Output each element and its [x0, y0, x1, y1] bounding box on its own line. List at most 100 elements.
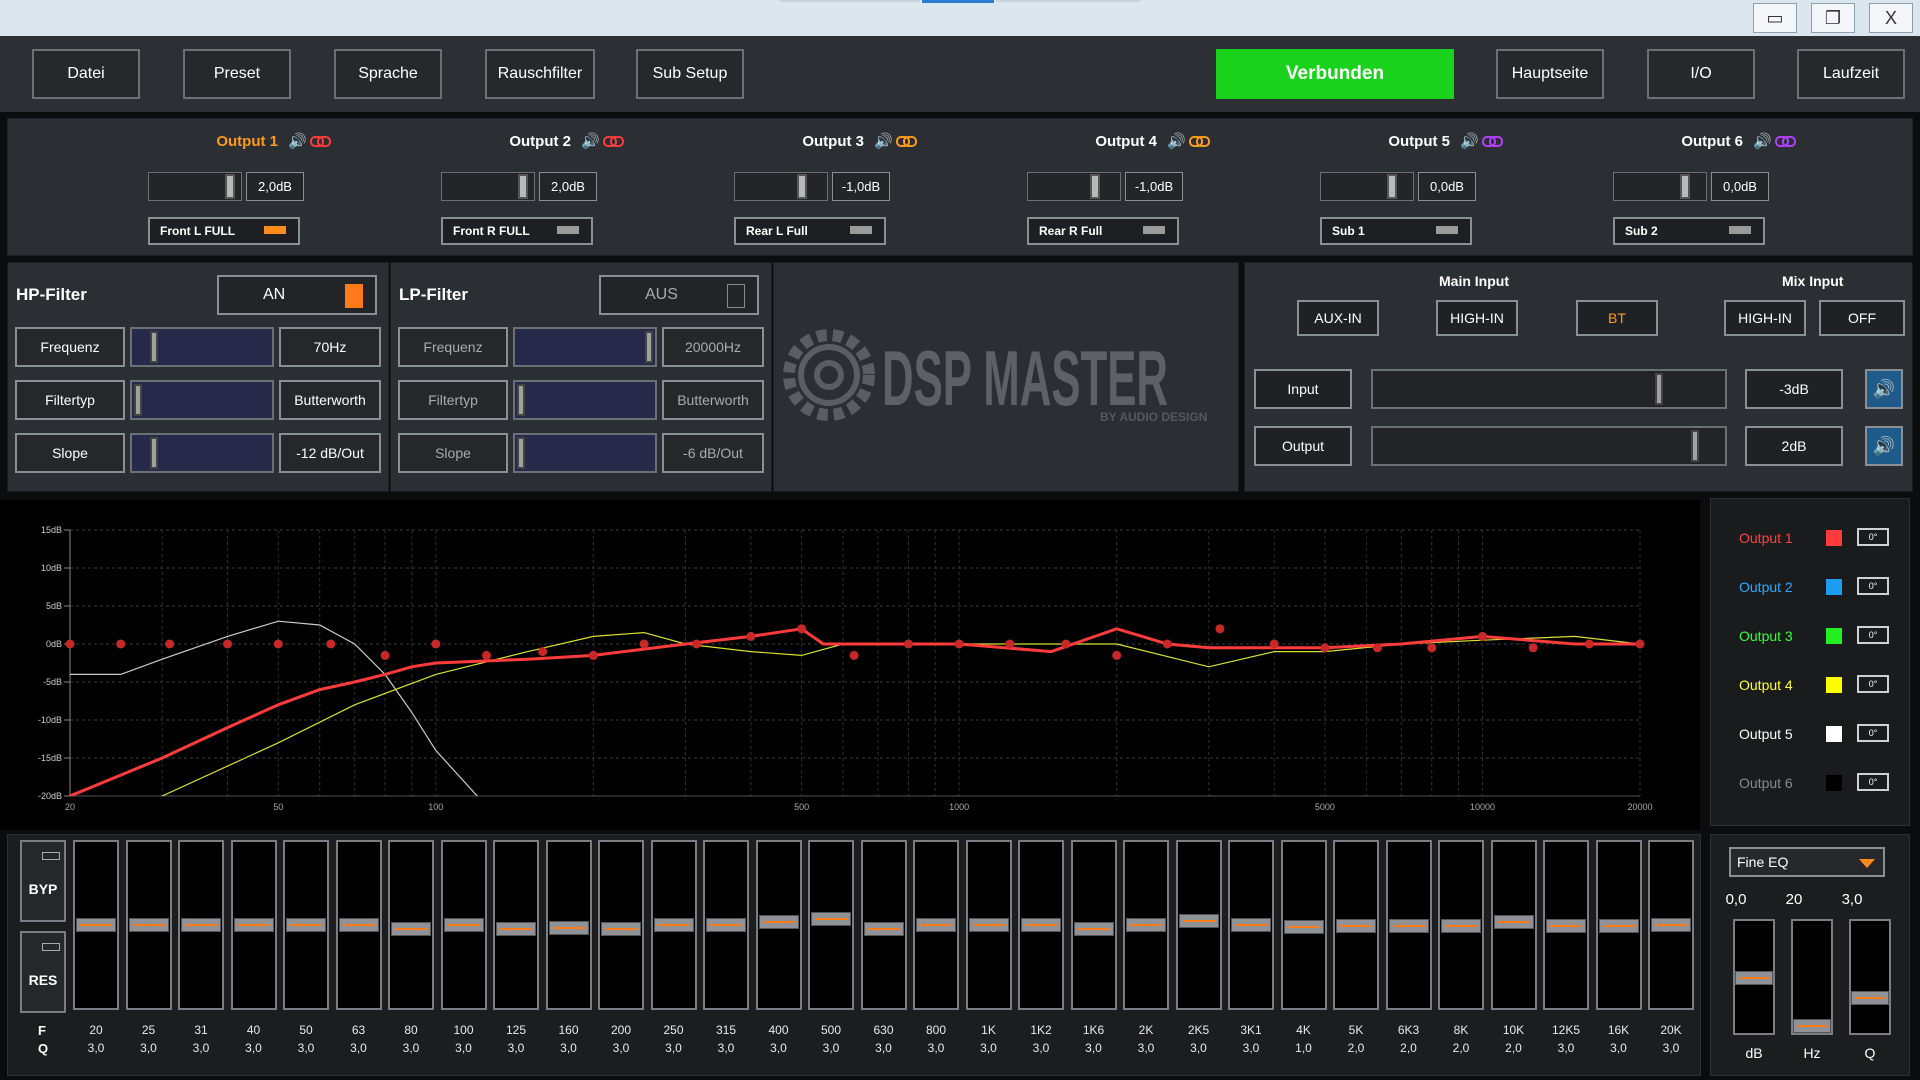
hp-frequenz-slider[interactable]	[130, 327, 274, 367]
mix-off-button[interactable]: OFF	[1819, 300, 1905, 336]
slider-thumb[interactable]	[150, 437, 158, 469]
speaker-icon[interactable]: 🔊	[581, 132, 600, 150]
eq-band-thumb[interactable]	[1073, 922, 1114, 937]
eq-band-slider[interactable]	[860, 840, 907, 1010]
output-gain-value[interactable]: -1,0dB	[832, 172, 890, 201]
eq-band-slider[interactable]	[650, 840, 697, 1010]
slider-thumb[interactable]	[517, 437, 525, 469]
eq-band-slider[interactable]	[1070, 840, 1117, 1010]
slider-thumb[interactable]	[797, 174, 807, 199]
output-level-value[interactable]: 2dB	[1745, 426, 1843, 466]
eq-band-thumb[interactable]	[443, 918, 484, 932]
lp-frequenz-value[interactable]: 20000Hz	[662, 327, 764, 367]
legend-color-swatch[interactable]	[1826, 579, 1842, 595]
slider-thumb[interactable]	[645, 331, 653, 363]
preset-button[interactable]: Preset	[183, 49, 291, 99]
legend-row-output-4[interactable]: Output 4 0°	[1711, 670, 1911, 700]
eq-band-slider[interactable]	[1228, 840, 1274, 1010]
eq-band-slider[interactable]	[178, 840, 224, 1010]
eq-band-thumb[interactable]	[181, 918, 221, 932]
link-icon[interactable]	[1775, 136, 1796, 147]
eq-band-thumb[interactable]	[391, 922, 431, 937]
eq-band-slider[interactable]	[283, 840, 329, 1010]
eq-band-slider[interactable]	[598, 840, 644, 1010]
legend-row-output-2[interactable]: Output 2 0°	[1711, 572, 1911, 602]
output-gain-slider[interactable]	[148, 172, 242, 201]
eq-band-slider[interactable]	[335, 840, 382, 1010]
eq-band-thumb[interactable]	[1493, 915, 1534, 930]
sub-setup-button[interactable]: Sub Setup	[636, 49, 744, 99]
eq-band-slider[interactable]	[545, 840, 592, 1010]
output-name-button[interactable]: Front L FULL	[148, 217, 300, 245]
output-name-button[interactable]: Front R FULL	[441, 217, 593, 245]
legend-color-swatch[interactable]	[1826, 775, 1842, 791]
minimize-button[interactable]: ▭	[1753, 3, 1797, 33]
high-in-button[interactable]: HIGH-IN	[1436, 300, 1518, 336]
output-gain-value[interactable]: -1,0dB	[1125, 172, 1183, 201]
eq-band-thumb[interactable]	[1388, 919, 1429, 934]
eq-band-thumb[interactable]	[811, 912, 851, 927]
eq-band-slider[interactable]	[440, 840, 487, 1010]
input-level-slider[interactable]	[1371, 369, 1727, 409]
eq-band-slider[interactable]	[1385, 840, 1432, 1010]
reset-button[interactable]: RES	[20, 931, 66, 1013]
eq-band-slider[interactable]	[388, 840, 434, 1010]
speaker-icon[interactable]: 🔊	[874, 132, 893, 150]
hauptseite-button[interactable]: Hauptseite	[1496, 49, 1604, 99]
output-gain-slider[interactable]	[734, 172, 828, 201]
output-gain-value[interactable]: 2,0dB	[539, 172, 597, 201]
eq-band-thumb[interactable]	[286, 918, 326, 932]
slider-thumb[interactable]	[1691, 430, 1699, 462]
speaker-icon[interactable]: 🔊	[1753, 132, 1772, 150]
phase-button[interactable]: 0°	[1857, 724, 1889, 742]
eq-band-thumb[interactable]	[1231, 918, 1271, 932]
eq-band-slider[interactable]	[493, 840, 539, 1010]
connection-status-button[interactable]: Verbunden	[1216, 49, 1454, 99]
fine-q-slider[interactable]	[1849, 919, 1891, 1035]
hp-slope-slider[interactable]	[130, 433, 274, 473]
eq-band-slider[interactable]	[125, 840, 172, 1010]
eq-band-slider[interactable]	[1333, 840, 1379, 1010]
speaker-icon[interactable]: 🔊	[288, 132, 307, 150]
eq-band-slider[interactable]	[808, 840, 854, 1010]
eq-band-thumb[interactable]	[1178, 913, 1219, 928]
phase-button[interactable]: 0°	[1857, 773, 1889, 791]
output-gain-value[interactable]: 0,0dB	[1711, 172, 1769, 201]
output-gain-value[interactable]: 2,0dB	[246, 172, 304, 201]
eq-band-slider[interactable]	[1018, 840, 1064, 1010]
eq-band-thumb[interactable]	[1546, 919, 1586, 934]
eq-band-thumb[interactable]	[1598, 919, 1639, 934]
eq-band-thumb[interactable]	[1126, 918, 1166, 932]
output-name-button[interactable]: Sub 1	[1320, 217, 1472, 245]
eq-band-slider[interactable]	[1123, 840, 1169, 1010]
phase-button[interactable]: 0°	[1857, 528, 1889, 546]
aux-in-button[interactable]: AUX-IN	[1297, 300, 1379, 336]
io-button[interactable]: I/O	[1647, 49, 1755, 99]
lp-frequenz-slider[interactable]	[513, 327, 657, 367]
eq-band-thumb[interactable]	[233, 918, 274, 932]
eq-band-slider[interactable]	[1648, 840, 1694, 1010]
output-level-slider[interactable]	[1371, 426, 1727, 466]
sprache-button[interactable]: Sprache	[334, 49, 442, 99]
eq-band-slider[interactable]	[73, 840, 119, 1010]
bypass-button[interactable]: BYP	[20, 840, 66, 922]
link-icon[interactable]	[1189, 136, 1210, 147]
link-icon[interactable]	[603, 136, 624, 147]
eq-band-slider[interactable]	[1175, 840, 1222, 1010]
eq-band-thumb[interactable]	[548, 920, 589, 935]
slider-thumb[interactable]	[1793, 1019, 1831, 1033]
slider-thumb[interactable]	[1387, 174, 1397, 199]
eq-band-slider[interactable]	[1490, 840, 1537, 1010]
phase-button[interactable]: 0°	[1857, 675, 1889, 693]
eq-band-thumb[interactable]	[863, 922, 904, 937]
lp-filtertyp-slider[interactable]	[513, 380, 657, 420]
link-icon[interactable]	[310, 136, 331, 147]
eq-mode-select[interactable]: Fine EQ	[1729, 847, 1885, 877]
hp-slope-value[interactable]: -12 dB/Out	[279, 433, 381, 473]
output-mute-button[interactable]: 🔊	[1865, 426, 1903, 466]
input-level-value[interactable]: -3dB	[1745, 369, 1843, 409]
slider-thumb[interactable]	[1735, 971, 1773, 985]
hp-filtertyp-slider[interactable]	[130, 380, 274, 420]
eq-band-thumb[interactable]	[1336, 919, 1376, 934]
slider-thumb[interactable]	[150, 331, 158, 363]
